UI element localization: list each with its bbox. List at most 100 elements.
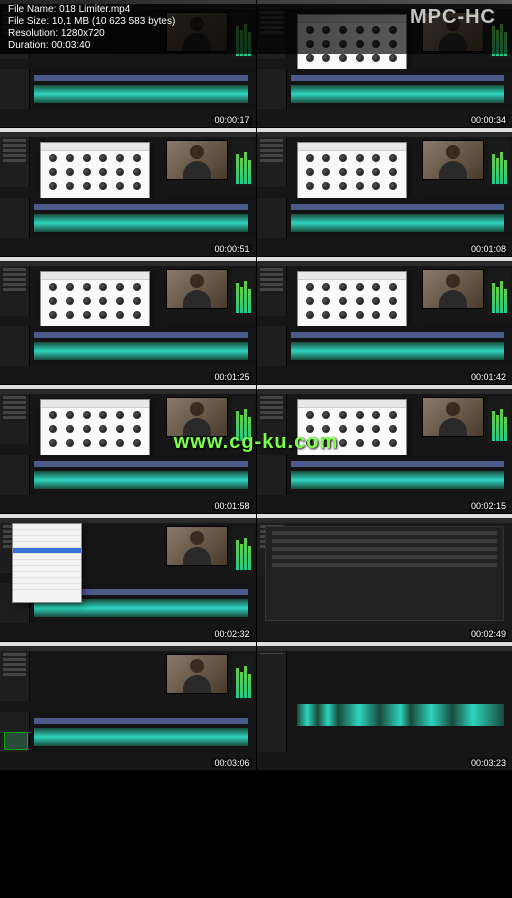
knob-icon[interactable] xyxy=(133,154,141,162)
knob-icon[interactable] xyxy=(389,154,397,162)
knob-icon[interactable] xyxy=(339,154,347,162)
knob-icon[interactable] xyxy=(99,283,107,291)
knob-icon[interactable] xyxy=(49,297,57,305)
knob-icon[interactable] xyxy=(83,297,91,305)
audio-plugin-window[interactable] xyxy=(40,271,150,331)
thumbnail[interactable]: 00:03:23 xyxy=(257,642,512,769)
knob-icon[interactable] xyxy=(99,297,107,305)
knob-icon[interactable] xyxy=(66,182,74,190)
knob-icon[interactable] xyxy=(372,297,380,305)
knob-icon[interactable] xyxy=(133,182,141,190)
knob-icon[interactable] xyxy=(99,311,107,319)
knob-icon[interactable] xyxy=(83,182,91,190)
dropdown-menu[interactable] xyxy=(12,523,82,603)
knob-icon[interactable] xyxy=(133,425,141,433)
knob-icon[interactable] xyxy=(372,154,380,162)
knob-icon[interactable] xyxy=(66,311,74,319)
knob-icon[interactable] xyxy=(356,283,364,291)
knob-icon[interactable] xyxy=(49,182,57,190)
audio-plugin-window[interactable] xyxy=(40,399,150,459)
thumbnail[interactable]: 00:01:42 xyxy=(257,257,512,384)
knob-icon[interactable] xyxy=(339,297,347,305)
knob-icon[interactable] xyxy=(339,439,347,447)
knob-icon[interactable] xyxy=(322,411,330,419)
audio-plugin-window[interactable] xyxy=(297,399,407,459)
knob-icon[interactable] xyxy=(66,154,74,162)
knob-icon[interactable] xyxy=(322,283,330,291)
thumbnail[interactable]: 00:01:25 xyxy=(0,257,256,384)
knob-icon[interactable] xyxy=(116,425,124,433)
knob-icon[interactable] xyxy=(83,425,91,433)
knob-icon[interactable] xyxy=(306,439,314,447)
knob-icon[interactable] xyxy=(306,154,314,162)
thumbnail[interactable]: 00:00:51 xyxy=(0,128,256,255)
knob-icon[interactable] xyxy=(49,425,57,433)
knob-icon[interactable] xyxy=(389,311,397,319)
knob-icon[interactable] xyxy=(83,411,91,419)
knob-icon[interactable] xyxy=(116,311,124,319)
knob-icon[interactable] xyxy=(356,425,364,433)
knob-icon[interactable] xyxy=(339,411,347,419)
knob-icon[interactable] xyxy=(49,168,57,176)
knob-icon[interactable] xyxy=(133,439,141,447)
knob-icon[interactable] xyxy=(99,411,107,419)
knob-icon[interactable] xyxy=(356,168,364,176)
knob-icon[interactable] xyxy=(306,168,314,176)
knob-icon[interactable] xyxy=(322,54,330,62)
knob-icon[interactable] xyxy=(356,154,364,162)
knob-icon[interactable] xyxy=(49,283,57,291)
knob-icon[interactable] xyxy=(372,439,380,447)
knob-icon[interactable] xyxy=(49,154,57,162)
knob-icon[interactable] xyxy=(389,411,397,419)
knob-icon[interactable] xyxy=(66,283,74,291)
knob-icon[interactable] xyxy=(306,311,314,319)
knob-icon[interactable] xyxy=(66,425,74,433)
knob-icon[interactable] xyxy=(389,425,397,433)
audio-plugin-window[interactable] xyxy=(40,142,150,202)
knob-icon[interactable] xyxy=(356,54,364,62)
knob-icon[interactable] xyxy=(339,168,347,176)
knob-icon[interactable] xyxy=(133,311,141,319)
knob-icon[interactable] xyxy=(49,439,57,447)
knob-icon[interactable] xyxy=(66,411,74,419)
thumbnail[interactable]: 00:01:58 xyxy=(0,385,256,512)
knob-icon[interactable] xyxy=(322,439,330,447)
thumbnail[interactable]: 00:02:32 xyxy=(0,514,256,641)
knob-icon[interactable] xyxy=(116,182,124,190)
knob-icon[interactable] xyxy=(49,411,57,419)
knob-icon[interactable] xyxy=(389,182,397,190)
knob-icon[interactable] xyxy=(66,168,74,176)
knob-icon[interactable] xyxy=(66,439,74,447)
knob-icon[interactable] xyxy=(389,283,397,291)
knob-icon[interactable] xyxy=(49,311,57,319)
knob-icon[interactable] xyxy=(372,168,380,176)
knob-icon[interactable] xyxy=(356,297,364,305)
knob-icon[interactable] xyxy=(99,439,107,447)
knob-icon[interactable] xyxy=(322,182,330,190)
knob-icon[interactable] xyxy=(83,311,91,319)
knob-icon[interactable] xyxy=(83,168,91,176)
knob-icon[interactable] xyxy=(322,297,330,305)
thumbnail[interactable]: 00:03:06 xyxy=(0,642,256,769)
knob-icon[interactable] xyxy=(372,311,380,319)
thumbnail[interactable]: 00:02:15 xyxy=(257,385,512,512)
knob-icon[interactable] xyxy=(306,283,314,291)
knob-icon[interactable] xyxy=(133,168,141,176)
thumbnail[interactable]: 00:01:08 xyxy=(257,128,512,255)
knob-icon[interactable] xyxy=(116,168,124,176)
knob-icon[interactable] xyxy=(322,154,330,162)
knob-icon[interactable] xyxy=(372,425,380,433)
knob-icon[interactable] xyxy=(133,411,141,419)
knob-icon[interactable] xyxy=(372,411,380,419)
knob-icon[interactable] xyxy=(83,283,91,291)
export-settings-panel[interactable] xyxy=(265,526,505,621)
knob-icon[interactable] xyxy=(66,297,74,305)
knob-icon[interactable] xyxy=(322,168,330,176)
knob-icon[interactable] xyxy=(116,283,124,291)
audio-plugin-window[interactable] xyxy=(297,142,407,202)
knob-icon[interactable] xyxy=(83,439,91,447)
knob-icon[interactable] xyxy=(372,54,380,62)
knob-icon[interactable] xyxy=(322,425,330,433)
knob-icon[interactable] xyxy=(389,297,397,305)
knob-icon[interactable] xyxy=(339,311,347,319)
